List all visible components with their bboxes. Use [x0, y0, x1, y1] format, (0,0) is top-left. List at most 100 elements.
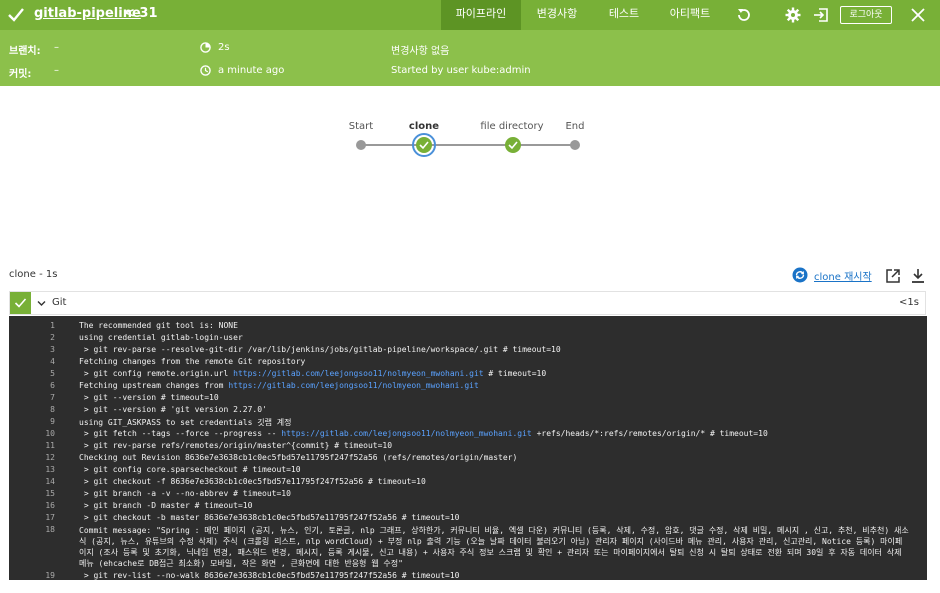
- duration-value: 2s: [218, 42, 230, 53]
- step-name: Git: [52, 297, 67, 308]
- log-line: 2 using credential gitlab-login-user: [9, 333, 927, 345]
- log-url-link[interactable]: https://gitlab.com/leejongsoo11/nolmyeon…: [281, 429, 531, 438]
- log-line: 13 > git config core.sparsecheckout # ti…: [9, 465, 927, 477]
- log-line: 8 > git --version # 'git version 2.27.0': [9, 405, 927, 417]
- run-number[interactable]: < 31: [124, 6, 158, 21]
- log-line-text: Fetching changes from the remote Git rep…: [79, 357, 306, 366]
- log-line: 7 > git --version # timeout=10: [9, 393, 927, 405]
- log-line: 19 > git rev-list --no-walk 8636e7e3638c…: [9, 571, 927, 583]
- run-info-bar: 브랜치: – 커밋: – 2s a minute ago 변경사항 없음 Sta…: [0, 30, 940, 86]
- branch-value: –: [54, 42, 59, 53]
- log-line-number[interactable]: 19: [9, 571, 55, 580]
- commit-label: 커밋:: [9, 69, 32, 80]
- tab-tests[interactable]: 테스트: [596, 0, 652, 30]
- log-line: 12 Checking out Revision 8636e7e3638cb1c0…: [9, 453, 927, 465]
- log-text-segment: +refs/heads/*:refs/remotes/origin/* # ti…: [531, 429, 768, 438]
- log-line-number[interactable]: 4: [9, 357, 55, 366]
- duration-icon: [200, 42, 211, 53]
- log-line-number[interactable]: 16: [9, 501, 55, 510]
- log-line-number[interactable]: 17: [9, 513, 55, 522]
- close-icon[interactable]: [909, 6, 927, 24]
- log-text-segment: # timeout=10: [483, 369, 547, 378]
- gear-icon[interactable]: [784, 6, 802, 24]
- log-text-segment: Fetching upstream changes from: [79, 381, 229, 390]
- log-line-text: using credential gitlab-login-user: [79, 333, 243, 342]
- console-log: 1 The recommended git tool is: NONE 2 using…: [9, 316, 927, 580]
- log-line-text: The recommended git tool is: NONE: [79, 321, 238, 330]
- step-check-icon: [14, 298, 27, 308]
- log-line-number[interactable]: 3: [9, 345, 55, 354]
- stage-graph: [356, 133, 580, 157]
- log-line-number[interactable]: 1: [9, 321, 55, 330]
- log-line: 6 Fetching upstream changes from https://…: [9, 381, 927, 393]
- log-line-text: Commit message: "Spring : 메인 페이지 (공지, 뉴스…: [79, 526, 909, 568]
- log-line-text: Checking out Revision 8636e7e3638cb1c0ec…: [79, 453, 518, 462]
- log-line: 3 > git rev-parse --resolve-git-dir /var…: [9, 345, 927, 357]
- log-line-number[interactable]: 5: [9, 369, 55, 378]
- stage-node-file-directory[interactable]: [505, 137, 521, 153]
- log-line-text: > git --version # 'git version 2.27.0': [79, 405, 267, 414]
- log-line-text: > git branch -D master # timeout=10: [79, 501, 253, 510]
- log-line-text: > git rev-list --no-walk 8636e7e3638cb1c…: [79, 571, 460, 580]
- step-status-success: [10, 292, 31, 314]
- log-line-number[interactable]: 9: [9, 417, 55, 426]
- log-line: 9 using GIT_ASKPASS to set credentials 깃랩…: [9, 417, 927, 429]
- branch-label: 브랜치:: [9, 46, 41, 57]
- log-line-number[interactable]: 6: [9, 381, 55, 390]
- log-line: 14 > git checkout -f 8636e7e3638cb1c0ec5…: [9, 477, 927, 489]
- log-line-text: > git config core.sparsecheckout # timeo…: [79, 465, 301, 474]
- log-line-number[interactable]: 7: [9, 393, 55, 402]
- log-line-text: > git config remote.origin.url https://g…: [79, 369, 546, 378]
- log-line-number[interactable]: 2: [9, 333, 55, 342]
- log-line-number[interactable]: 18: [9, 525, 55, 534]
- tab-artifacts[interactable]: 아티팩트: [662, 0, 718, 30]
- log-line: 10 > git fetch --tags --force --progress…: [9, 429, 927, 441]
- log-line-text: using GIT_ASKPASS to set credentials 깃랩 …: [79, 418, 292, 427]
- stage-section-title: clone - 1s: [9, 269, 58, 280]
- clock-icon: [200, 65, 211, 76]
- success-check-icon: [8, 8, 24, 22]
- exit-to-classic-icon[interactable]: [812, 6, 830, 24]
- log-line-number[interactable]: 13: [9, 465, 55, 474]
- commit-value: –: [54, 65, 59, 76]
- log-line-text: Fetching upstream changes from https://g…: [79, 381, 479, 390]
- tab-changes[interactable]: 변경사항: [524, 0, 590, 30]
- logout-button[interactable]: 로그아웃: [840, 6, 892, 24]
- log-line: 5 > git config remote.origin.url https:/…: [9, 369, 927, 381]
- started-ago: a minute ago: [218, 65, 285, 76]
- log-text-segment: > git config remote.origin.url: [79, 369, 234, 378]
- log-line-text: > git --version # timeout=10: [79, 393, 219, 402]
- open-in-new-icon[interactable]: [885, 268, 901, 284]
- stage-node-start: [356, 140, 366, 150]
- log-line: 15 > git branch -a -v --no-abbrev # time…: [9, 489, 927, 501]
- step-duration: <1s: [899, 297, 919, 308]
- log-line: 4 Fetching changes from the remote Git re…: [9, 357, 927, 369]
- log-text-segment: > git fetch --tags --force --progress --: [79, 429, 282, 438]
- log-line: 18 Commit message: "Spring : 메인 페이지 (공지, …: [9, 525, 927, 568]
- log-line-text: > git rev-parse refs/remotes/origin/mast…: [79, 441, 393, 450]
- log-line-text: > git checkout -b master 8636e7e3638cb1c…: [79, 513, 460, 522]
- log-url-link[interactable]: https://gitlab.com/leejongsoo11/nolmyeon…: [233, 369, 483, 378]
- stage-node-clone[interactable]: [416, 137, 432, 153]
- restart-stage-link[interactable]: clone 재시작: [814, 268, 872, 283]
- rerun-icon[interactable]: [735, 6, 753, 24]
- restart-icon[interactable]: [792, 267, 808, 283]
- top-bar: gitlab-pipeline < 31 파이프라인 변경사항 테스트 아티팩트…: [0, 0, 940, 30]
- step-row-git[interactable]: Git <1s: [9, 291, 926, 315]
- download-icon[interactable]: [910, 268, 926, 284]
- log-line-text: > git fetch --tags --force --progress --…: [79, 429, 768, 438]
- stage-node-end: [570, 140, 580, 150]
- log-line-text: > git rev-parse --resolve-git-dir /var/l…: [79, 345, 561, 354]
- tab-pipeline[interactable]: 파이프라인: [441, 0, 521, 30]
- log-line-number[interactable]: 14: [9, 477, 55, 486]
- log-line-number[interactable]: 12: [9, 453, 55, 462]
- log-line-number[interactable]: 15: [9, 489, 55, 498]
- log-line: 1 The recommended git tool is: NONE: [9, 321, 927, 333]
- log-line: 16 > git branch -D master # timeout=10: [9, 501, 927, 513]
- log-line-number[interactable]: 11: [9, 441, 55, 450]
- chevron-down-icon[interactable]: [37, 300, 46, 307]
- log-line-number[interactable]: 10: [9, 429, 55, 438]
- log-line-number[interactable]: 8: [9, 405, 55, 414]
- log-line-text: > git branch -a -v --no-abbrev # timeout…: [79, 489, 291, 498]
- log-url-link[interactable]: https://gitlab.com/leejongsoo11/nolmyeon…: [228, 381, 478, 390]
